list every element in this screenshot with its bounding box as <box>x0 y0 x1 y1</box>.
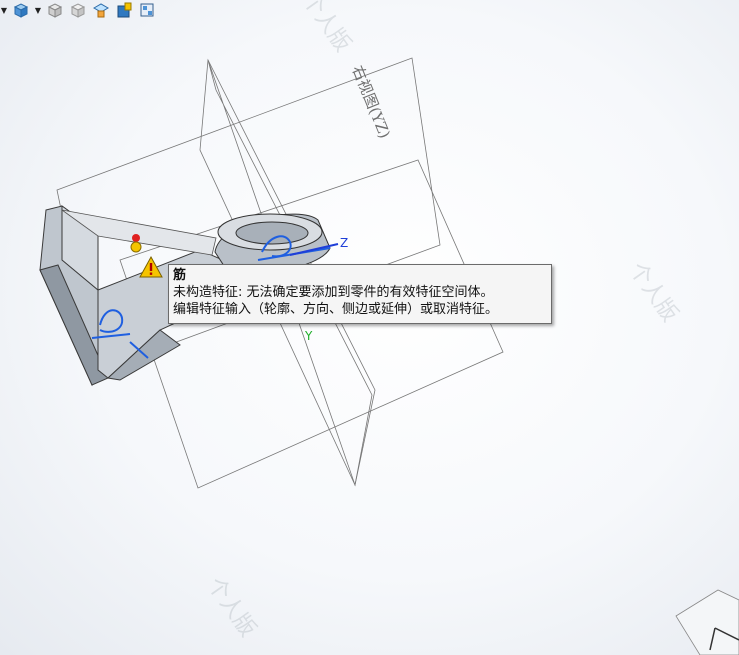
reference-point-icon[interactable] <box>132 234 140 242</box>
y-axis-label: Y <box>304 329 313 343</box>
warning-icon <box>139 255 163 278</box>
right-plane-label: 右视图(YZ) <box>348 63 394 141</box>
graphics-viewport[interactable]: 右视图(YZ) Z Y <box>0 0 739 655</box>
error-tooltip: 筋 未构造特征: 无法确定要添加到零件的有效特征空间体。 编辑特征输入（轮廓、方… <box>168 264 552 324</box>
tooltip-title: 筋 <box>173 268 187 283</box>
z-axis-label: Z <box>340 236 348 250</box>
tooltip-message-line1: 未构造特征: 无法确定要添加到零件的有效特征空间体。 <box>173 285 494 300</box>
origin-marker-icon[interactable] <box>130 241 142 253</box>
view-triad[interactable] <box>675 589 739 655</box>
front-plane[interactable] <box>119 159 504 489</box>
tooltip-message-line2: 编辑特征输入（轮廓、方向、侧边或延伸）或取消特征。 <box>173 302 499 317</box>
